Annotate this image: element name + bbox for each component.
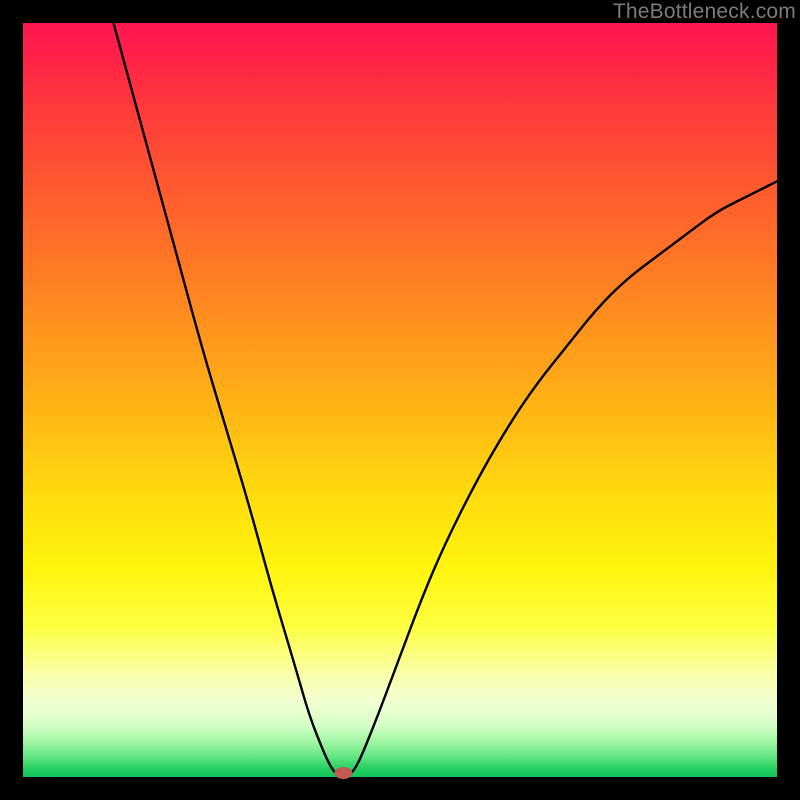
chart-frame: TheBottleneck.com [0, 0, 800, 800]
chart-min-marker [334, 767, 352, 779]
chart-svg [23, 23, 777, 777]
chart-plot-area [23, 23, 777, 777]
bottleneck-curve-path [114, 23, 778, 777]
watermark-text: TheBottleneck.com [613, 0, 796, 24]
